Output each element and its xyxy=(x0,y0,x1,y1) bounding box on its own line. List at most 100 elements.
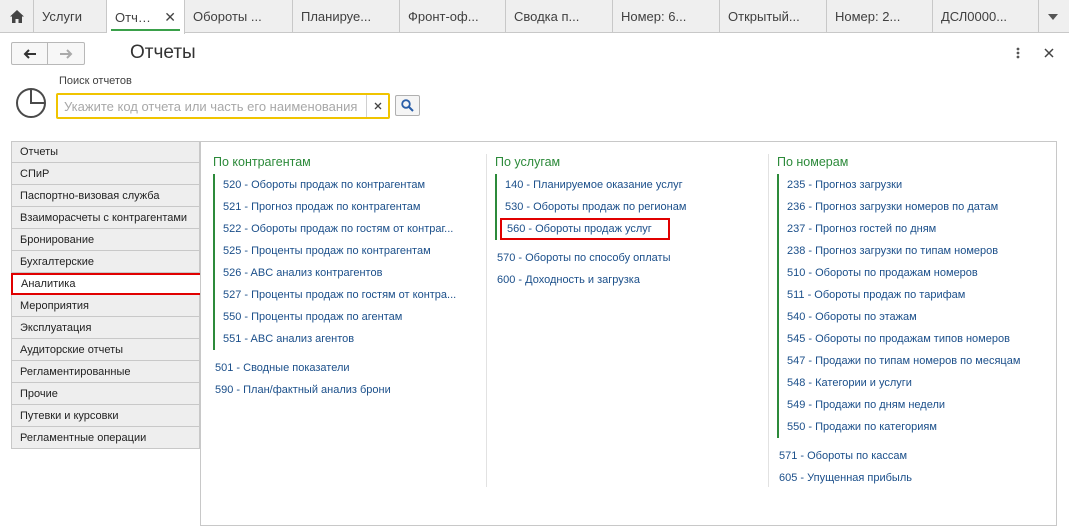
page-title: Отчеты xyxy=(130,42,196,63)
search-icon xyxy=(401,99,414,112)
column-by-rooms: По номерам 235 - Прогноз загрузки 236 - … xyxy=(777,153,1049,489)
report-link-highlighted[interactable]: 560 - Обороты продаж услуг xyxy=(500,218,670,240)
back-button[interactable] xyxy=(11,42,48,65)
report-link[interactable]: 590 - План/фактный анализ брони xyxy=(213,379,475,401)
tab-label: Номер: 6... xyxy=(621,9,687,24)
report-link[interactable]: 530 - Обороты продаж по регионам xyxy=(497,196,757,218)
report-link[interactable]: 571 - Обороты по кассам xyxy=(777,445,1049,467)
close-window-button[interactable] xyxy=(1041,44,1057,62)
report-extra-list: 501 - Сводные показатели 590 - План/факт… xyxy=(213,357,475,401)
tab-room-2[interactable]: Номер: 2... xyxy=(827,0,933,33)
home-tab[interactable] xyxy=(0,0,34,33)
search-button[interactable] xyxy=(395,95,420,116)
sidebar-item-passport-visa[interactable]: Паспортно-визовая служба xyxy=(11,185,200,207)
report-link[interactable]: 510 - Обороты по продажам номеров xyxy=(779,262,1049,284)
report-sections-sidebar: Отчеты СПиР Паспортно-визовая служба Вза… xyxy=(11,141,202,449)
report-link[interactable]: 548 - Категории и услуги xyxy=(779,372,1049,394)
tab-label: Сводка п... xyxy=(514,9,580,24)
sidebar-item-settlements[interactable]: Взаиморасчеты с контрагентами xyxy=(11,207,200,229)
report-link[interactable]: 605 - Упущенная прибыль xyxy=(777,467,1049,489)
search-field xyxy=(56,93,390,119)
sidebar-item-events[interactable]: Мероприятия xyxy=(11,295,200,317)
report-extra-list: 571 - Обороты по кассам 605 - Упущенная … xyxy=(777,445,1049,489)
report-link[interactable]: 545 - Обороты по продажам типов номеров xyxy=(779,328,1049,350)
tab-label: Планируе... xyxy=(301,9,372,24)
section-title-services: По услугам xyxy=(495,155,561,169)
report-link[interactable]: 540 - Обороты по этажам xyxy=(779,306,1049,328)
sidebar-item-audit[interactable]: Аудиторские отчеты xyxy=(11,339,200,361)
sidebar-item-routine-ops[interactable]: Регламентные операции xyxy=(11,427,200,449)
report-link[interactable]: 238 - Прогноз загрузки по типам номеров xyxy=(779,240,1049,262)
tabs-dropdown-button[interactable] xyxy=(1039,0,1067,33)
sidebar-item-analytics[interactable]: Аналитика xyxy=(11,273,202,295)
report-link[interactable]: 526 - ABC анализ контрагентов xyxy=(215,262,475,284)
tab-label: Номер: 2... xyxy=(835,9,901,24)
report-link[interactable]: 235 - Прогноз загрузки xyxy=(779,174,1049,196)
tab-reports[interactable]: Отчеты ✕ xyxy=(107,0,185,34)
report-link[interactable]: 140 - Планируемое оказание услуг xyxy=(497,174,757,196)
report-link[interactable]: 600 - Доходность и загрузка xyxy=(495,269,757,291)
sidebar-item-operation[interactable]: Эксплуатация xyxy=(11,317,200,339)
clear-search-button[interactable] xyxy=(366,95,388,117)
tab-front-office[interactable]: Фронт-оф... xyxy=(400,0,506,33)
pie-chart-icon xyxy=(14,86,48,123)
report-link[interactable]: 525 - Проценты продаж по контрагентам xyxy=(215,240,475,262)
column-divider xyxy=(768,154,769,487)
tab-summary[interactable]: Сводка п... xyxy=(506,0,613,33)
report-link[interactable]: 550 - Продажи по категориям xyxy=(779,416,1049,438)
tab-label: Отчеты xyxy=(115,9,157,25)
sidebar-item-booking[interactable]: Бронирование xyxy=(11,229,200,251)
search-label: Поиск отчетов xyxy=(59,75,132,87)
report-link[interactable]: 527 - Проценты продаж по гостям от контр… xyxy=(215,284,475,306)
report-link[interactable]: 511 - Обороты продаж по тарифам xyxy=(779,284,1049,306)
more-actions-button[interactable] xyxy=(1011,44,1025,62)
report-link[interactable]: 236 - Прогноз загрузки номеров по датам xyxy=(779,196,1049,218)
navigation-buttons xyxy=(11,42,85,65)
close-icon xyxy=(374,102,381,110)
home-icon xyxy=(9,10,24,23)
report-group: 235 - Прогноз загрузки 236 - Прогноз заг… xyxy=(777,174,1049,438)
reports-panel: По контрагентам 520 - Обороты продаж по … xyxy=(200,141,1057,526)
sidebar-item-other[interactable]: Прочие xyxy=(11,383,200,405)
more-vertical-icon xyxy=(1016,47,1020,59)
column-by-counterparties: По контрагентам 520 - Обороты продаж по … xyxy=(213,153,475,401)
tab-label: Услуги xyxy=(42,9,82,24)
report-extra-list: 570 - Обороты по способу оплаты 600 - До… xyxy=(495,247,757,291)
tab-turnover[interactable]: Обороты ... xyxy=(185,0,293,33)
report-group: 140 - Планируемое оказание услуг 530 - О… xyxy=(495,174,757,240)
forward-button[interactable] xyxy=(48,42,85,65)
tab-label: Фронт-оф... xyxy=(408,9,479,24)
report-link[interactable]: 551 - ABC анализ агентов xyxy=(215,328,475,350)
report-link[interactable]: 237 - Прогноз гостей по дням xyxy=(779,218,1049,240)
search-input[interactable] xyxy=(58,96,366,116)
tab-services[interactable]: Услуги xyxy=(34,0,107,33)
section-title-counterparties: По контрагентам xyxy=(213,155,311,169)
report-link[interactable]: 522 - Обороты продаж по гостям от контра… xyxy=(215,218,475,240)
report-link[interactable]: 547 - Продажи по типам номеров по месяца… xyxy=(779,350,1049,372)
report-group: 520 - Обороты продаж по контрагентам 521… xyxy=(213,174,475,350)
sidebar-item-accounting[interactable]: Бухгалтерские xyxy=(11,251,200,273)
sidebar-item-regulated[interactable]: Регламентированные xyxy=(11,361,200,383)
sidebar-item-spir[interactable]: СПиР xyxy=(11,163,200,185)
tab-planned[interactable]: Планируе... xyxy=(293,0,400,33)
report-link[interactable]: 550 - Проценты продаж по агентам xyxy=(215,306,475,328)
sidebar-item-reports[interactable]: Отчеты xyxy=(11,141,200,163)
report-link[interactable]: 549 - Продажи по дням недели xyxy=(779,394,1049,416)
report-link[interactable]: 570 - Обороты по способу оплаты xyxy=(495,247,757,269)
report-link[interactable]: 501 - Сводные показатели xyxy=(213,357,475,379)
report-link[interactable]: 520 - Обороты продаж по контрагентам xyxy=(215,174,475,196)
sidebar-item-vouchers[interactable]: Путевки и курсовки xyxy=(11,405,200,427)
column-divider xyxy=(486,154,487,487)
tab-label: ДСЛ0000... xyxy=(941,9,1008,24)
close-icon xyxy=(1044,48,1054,58)
section-title-rooms: По номерам xyxy=(777,155,849,169)
chevron-down-icon xyxy=(1048,13,1058,20)
tab-room-6[interactable]: Номер: 6... xyxy=(613,0,720,33)
column-by-services: По услугам 140 - Планируемое оказание ус… xyxy=(495,153,757,291)
tab-label: Обороты ... xyxy=(193,9,262,24)
tab-dsl[interactable]: ДСЛ0000... xyxy=(933,0,1039,33)
report-link[interactable]: 521 - Прогноз продаж по контрагентам xyxy=(215,196,475,218)
tab-label: Открытый... xyxy=(728,9,800,24)
close-tab-icon[interactable]: ✕ xyxy=(164,9,176,26)
tab-open[interactable]: Открытый... xyxy=(720,0,827,33)
